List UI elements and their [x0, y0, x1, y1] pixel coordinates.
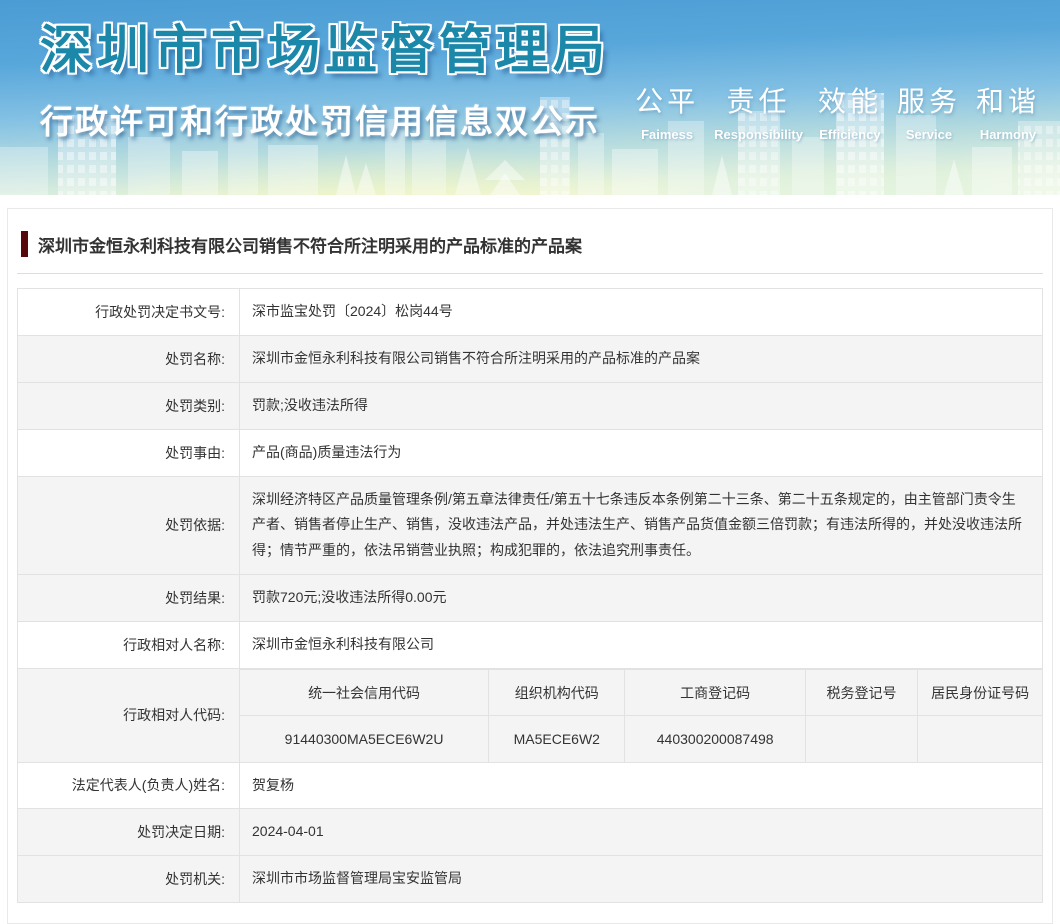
row-value: 深圳市金恒永利科技有限公司 [240, 622, 1043, 669]
slogan-pair: 效能 Efficiency [818, 80, 882, 142]
row-label: 处罚决定日期: [18, 809, 240, 856]
site-subtitle: 行政许可和行政处罚信用信息双公示 [40, 95, 610, 143]
slogan-pair: 服务 Service [897, 80, 961, 142]
slogan-en: Faimess [641, 127, 693, 142]
site-title: 深圳市市场监督管理局 [40, 8, 610, 83]
slogan-en: Responsibility [714, 127, 803, 142]
row-label: 处罚类别: [18, 382, 240, 429]
slogan-pair: 责任 Responsibility [714, 80, 803, 142]
table-row: 处罚名称:深圳市金恒永利科技有限公司销售不符合所注明采用的产品标准的产品案 [18, 335, 1043, 382]
slogan-cn: 和谐 [976, 80, 1040, 120]
row-label: 法定代表人(负责人)姓名: [18, 762, 240, 809]
codes-value-cell [805, 716, 917, 762]
table-row: 处罚类别:罚款;没收违法所得 [18, 382, 1043, 429]
row-value: 深圳市金恒永利科技有限公司销售不符合所注明采用的产品标准的产品案 [240, 335, 1043, 382]
codes-column-header: 组织机构代码 [489, 670, 625, 716]
row-value: 罚款;没收违法所得 [240, 382, 1043, 429]
row-value: 深圳市市场监督管理局宝安监管局 [240, 856, 1043, 903]
row-value: 贺复杨 [240, 762, 1043, 809]
row-label: 处罚事由: [18, 429, 240, 476]
slogan-en: Service [906, 127, 952, 142]
site-header: 深圳市市场监督管理局 行政许可和行政处罚信用信息双公示 公平 Faimess 责任 R… [0, 0, 1060, 195]
table-row: 处罚依据:深圳经济特区产品质量管理条例/第五章法律责任/第五十七条违反本条例第二… [18, 476, 1043, 575]
slogan-en: Harmony [980, 127, 1036, 142]
codes-header-row: 统一社会信用代码组织机构代码工商登记码税务登记号居民身份证号码 [240, 670, 1042, 716]
table-row: 处罚结果:罚款720元;没收违法所得0.00元 [18, 575, 1043, 622]
codes-row: 行政相对人代码:统一社会信用代码组织机构代码工商登记码税务登记号居民身份证号码9… [18, 669, 1043, 763]
codes-table-cell: 统一社会信用代码组织机构代码工商登记码税务登记号居民身份证号码91440300M… [240, 669, 1043, 763]
slogan-cn: 公平 [635, 80, 699, 120]
row-label: 行政相对人名称: [18, 622, 240, 669]
row-value: 2024-04-01 [240, 809, 1043, 856]
content-box: 深圳市金恒永利科技有限公司销售不符合所注明采用的产品标准的产品案 行政处罚决定书… [7, 208, 1053, 924]
table-row: 处罚机关:深圳市市场监督管理局宝安监管局 [18, 856, 1043, 903]
row-value: 产品(商品)质量违法行为 [240, 429, 1043, 476]
codes-column-header: 统一社会信用代码 [240, 670, 489, 716]
row-label: 处罚依据: [18, 476, 240, 575]
table-row: 行政相对人名称:深圳市金恒永利科技有限公司 [18, 622, 1043, 669]
row-label: 处罚机关: [18, 856, 240, 903]
slogan-strip: 公平 Faimess 责任 Responsibility 效能 Efficiency 服务 S… [635, 80, 1040, 142]
codes-value-cell: 91440300MA5ECE6W2U [240, 716, 489, 762]
slogan-cn: 效能 [818, 80, 882, 120]
codes-table: 统一社会信用代码组织机构代码工商登记码税务登记号居民身份证号码91440300M… [240, 669, 1042, 762]
slogan-cn: 服务 [897, 80, 961, 120]
table-row: 处罚事由:产品(商品)质量违法行为 [18, 429, 1043, 476]
row-label: 行政相对人代码: [18, 669, 240, 763]
codes-column-header: 工商登记码 [625, 670, 805, 716]
title-divider [17, 273, 1043, 274]
slogan-cn: 责任 [727, 80, 791, 120]
slogan-pair: 公平 Faimess [635, 80, 699, 142]
slogan-pair: 和谐 Harmony [976, 80, 1040, 142]
codes-value-cell: MA5ECE6W2 [489, 716, 625, 762]
case-title-block: 深圳市金恒永利科技有限公司销售不符合所注明采用的产品标准的产品案 [21, 231, 1039, 257]
row-label: 行政处罚决定书文号: [18, 289, 240, 336]
codes-value-cell [918, 716, 1042, 762]
page-title: 深圳市金恒永利科技有限公司销售不符合所注明采用的产品标准的产品案 [38, 232, 582, 257]
row-label: 处罚名称: [18, 335, 240, 382]
slogan-en: Efficiency [819, 127, 880, 142]
codes-column-header: 居民身份证号码 [918, 670, 1042, 716]
row-value: 罚款720元;没收违法所得0.00元 [240, 575, 1043, 622]
brand: 深圳市市场监督管理局 行政许可和行政处罚信用信息双公示 [40, 8, 610, 143]
title-accent-bar [21, 231, 28, 257]
codes-value-row: 91440300MA5ECE6W2UMA5ECE6W24403002000874… [240, 716, 1042, 762]
penalty-info-table: 行政处罚决定书文号:深市监宝处罚〔2024〕松岗44号处罚名称:深圳市金恒永利科… [17, 288, 1043, 903]
row-value: 深圳经济特区产品质量管理条例/第五章法律责任/第五十七条违反本条例第二十三条、第… [240, 476, 1043, 575]
codes-column-header: 税务登记号 [805, 670, 917, 716]
row-label: 处罚结果: [18, 575, 240, 622]
table-row: 法定代表人(负责人)姓名:贺复杨 [18, 762, 1043, 809]
codes-value-cell: 440300200087498 [625, 716, 805, 762]
table-row: 行政处罚决定书文号:深市监宝处罚〔2024〕松岗44号 [18, 289, 1043, 336]
row-value: 深市监宝处罚〔2024〕松岗44号 [240, 289, 1043, 336]
table-row: 处罚决定日期:2024-04-01 [18, 809, 1043, 856]
